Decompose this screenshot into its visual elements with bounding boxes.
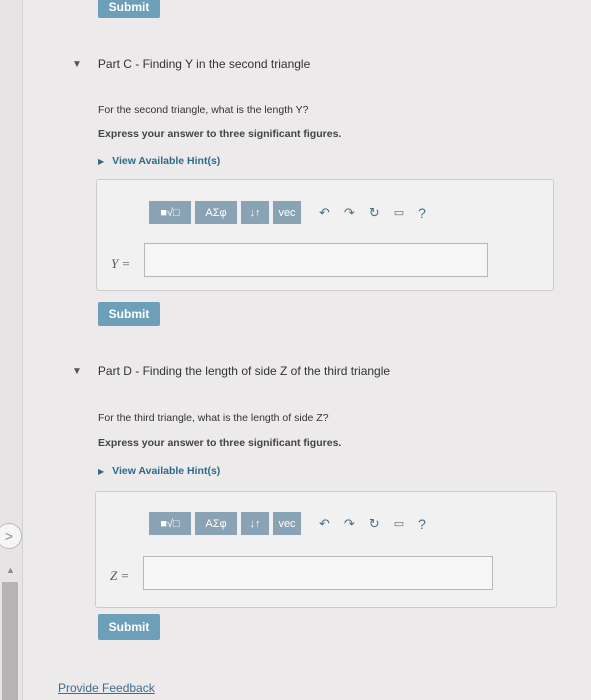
part-d-answer-box: ■√□ ΑΣφ ↓↑ vec ↶ ↷ ↻ ▭ ? Z =	[95, 491, 557, 608]
reset-icon[interactable]: ↻	[369, 516, 380, 532]
redo-icon[interactable]: ↷	[344, 516, 355, 532]
help-icon[interactable]: ?	[418, 205, 426, 221]
collapse-caret-icon: ▼	[72, 58, 82, 70]
part-d-question: For the third triangle, what is the leng…	[98, 412, 329, 424]
part-c-question: For the second triangle, what is the len…	[98, 104, 309, 116]
expand-triangle-icon: ▶	[98, 466, 105, 476]
provide-feedback-link[interactable]: Provide Feedback	[58, 681, 155, 695]
part-c-math-toolbar: ■√□ ΑΣφ ↓↑ vec ↶ ↷ ↻ ▭ ?	[149, 201, 426, 224]
panel-toggle-button[interactable]: >	[0, 523, 22, 549]
undo-icon[interactable]: ↶	[319, 516, 330, 532]
left-rail: > ▲	[0, 0, 23, 700]
part-d-instruction: Express your answer to three significant…	[98, 437, 342, 449]
part-c-instruction: Express your answer to three significant…	[98, 128, 342, 140]
greek-symbols-button[interactable]: ΑΣφ	[195, 201, 237, 224]
subscript-superscript-button[interactable]: ↓↑	[241, 512, 269, 535]
vector-button[interactable]: vec	[273, 512, 301, 535]
part-d-hint-label: View Available Hint(s)	[112, 465, 221, 477]
help-icon[interactable]: ?	[418, 516, 426, 532]
part-d-answer-label: Z =	[110, 568, 130, 583]
templates-button[interactable]: ■√□	[149, 201, 191, 224]
submit-button-part-b[interactable]: Submit	[98, 0, 160, 18]
submit-button-part-d[interactable]: Submit	[98, 614, 160, 640]
part-c-answer-box: ■√□ ΑΣφ ↓↑ vec ↶ ↷ ↻ ▭ ? Y =	[96, 179, 554, 291]
keyboard-icon[interactable]: ▭	[394, 206, 404, 219]
undo-icon[interactable]: ↶	[319, 205, 330, 221]
part-c-hint-label: View Available Hint(s)	[112, 155, 221, 167]
scrollbar-thumb[interactable]	[2, 582, 18, 700]
part-c-header[interactable]: ▼ Part C - Finding Y in the second trian…	[72, 57, 310, 71]
part-d-answer-input[interactable]	[143, 556, 493, 590]
part-c-hint-toggle[interactable]: ▶ View Available Hint(s)	[98, 155, 220, 167]
main-content: Submit ▼ Part C - Finding Y in the secon…	[38, 0, 591, 700]
part-d-math-toolbar: ■√□ ΑΣφ ↓↑ vec ↶ ↷ ↻ ▭ ?	[149, 512, 426, 535]
submit-button-part-c[interactable]: Submit	[98, 302, 160, 326]
part-d-hint-toggle[interactable]: ▶ View Available Hint(s)	[98, 465, 220, 477]
greek-symbols-button[interactable]: ΑΣφ	[195, 512, 237, 535]
part-c-title: Part C - Finding Y in the second triangl…	[97, 57, 311, 71]
expand-triangle-icon: ▶	[98, 156, 105, 166]
templates-button[interactable]: ■√□	[149, 512, 191, 535]
redo-icon[interactable]: ↷	[344, 205, 355, 221]
reset-icon[interactable]: ↻	[369, 205, 380, 221]
part-c-answer-input[interactable]	[144, 243, 488, 277]
vector-button[interactable]: vec	[273, 201, 301, 224]
part-c-answer-label: Y =	[111, 256, 131, 271]
subscript-superscript-button[interactable]: ↓↑	[241, 201, 269, 224]
part-d-header[interactable]: ▼ Part D - Finding the length of side Z …	[72, 364, 390, 378]
scroll-up-arrow-icon[interactable]: ▲	[6, 565, 15, 575]
collapse-caret-icon: ▼	[72, 365, 82, 377]
part-d-title: Part D - Finding the length of side Z of…	[97, 364, 391, 378]
keyboard-icon[interactable]: ▭	[394, 517, 404, 530]
